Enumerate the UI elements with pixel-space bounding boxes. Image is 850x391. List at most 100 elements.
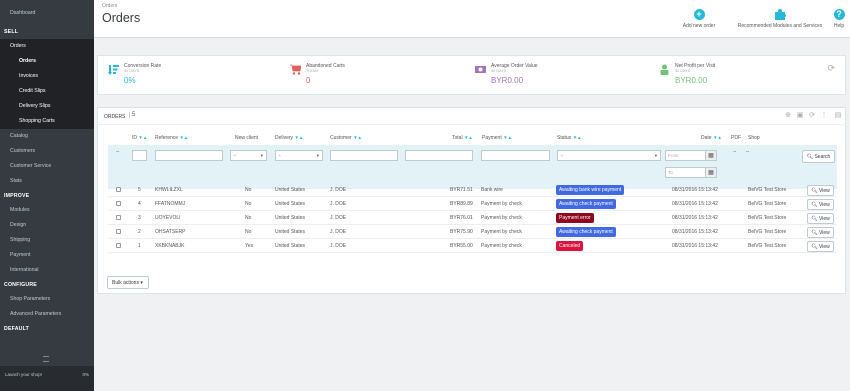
cell-delivery: United States <box>275 187 306 193</box>
sidebar-item-modules[interactable]: Modules <box>0 203 94 218</box>
breadcrumb[interactable]: Orders <box>102 3 117 9</box>
calendar-icon[interactable]: ▦ <box>706 167 717 178</box>
cell-customer: J. DOE <box>330 229 347 235</box>
sidebar-item-advanced-parameters[interactable]: Advanced Parameters <box>0 307 94 322</box>
cell-date: 08/31/2016 15:13:42 <box>672 215 718 221</box>
view-button[interactable]: 🔍︎ View <box>807 227 834 238</box>
refresh-icon[interactable]: ⟳ <box>827 63 835 74</box>
search-button[interactable]: 🔍︎ Search <box>802 150 835 163</box>
sidebar-item-stats[interactable]: Stats <box>0 174 94 189</box>
view-button[interactable]: 🔍︎ View <box>807 185 834 196</box>
sidebar-item-orders[interactable]: Orders <box>0 39 94 54</box>
sidebar-section-improve: IMPROVE <box>4 193 30 199</box>
cell-total: BYR71.51 <box>450 187 473 193</box>
table-row[interactable]: 5 KHWLILZXL No United States J. DOE BYR7… <box>108 184 837 197</box>
row-checkbox[interactable] <box>116 243 121 248</box>
row-checkbox[interactable] <box>116 215 121 220</box>
cell-date: 08/31/2016 15:13:42 <box>672 229 718 235</box>
sidebar-item-payment[interactable]: Payment <box>0 248 94 263</box>
sql-icon[interactable]: ⋮ <box>820 112 828 120</box>
filter-total-input[interactable] <box>405 150 473 161</box>
kpi-value: BYR0.00 <box>675 76 708 85</box>
bulk-actions-button[interactable]: Bulk actions ▾ <box>107 276 149 289</box>
sidebar-item-international[interactable]: International <box>0 263 94 278</box>
search-icon: 🔍︎ <box>811 216 818 222</box>
row-checkbox[interactable] <box>116 187 121 192</box>
page-title: Orders <box>102 11 141 25</box>
sidebar-item-shop-parameters[interactable]: Shop Parameters <box>0 292 94 307</box>
sidebar-subitem-credit-slips[interactable]: Credit Slips <box>0 84 94 99</box>
kpi-period: 30 DAYS <box>675 69 691 73</box>
filter-reference-input[interactable] <box>155 150 223 161</box>
filter-payment-input[interactable] <box>481 150 550 161</box>
cell-customer: J. DOE <box>330 215 347 221</box>
row-checkbox[interactable] <box>116 229 121 234</box>
sidebar-collapse-handle[interactable] <box>43 356 49 362</box>
sidebar-section-sell: SELL <box>4 29 19 35</box>
sidebar-subitem-delivery-slips[interactable]: Delivery Slips <box>0 99 94 114</box>
sidebar-item-customer-service[interactable]: Customer Service <box>0 159 94 174</box>
sidebar-item-catalog[interactable]: Catalog <box>0 129 94 144</box>
filter-date-from[interactable]: From <box>665 150 706 161</box>
calendar-icon[interactable]: ▦ <box>706 150 717 161</box>
cell-reference: KHWLILZXL <box>155 187 183 193</box>
kpi-period: 30 DAYS <box>124 69 140 73</box>
view-button[interactable]: 🔍︎ View <box>807 199 834 210</box>
filter-id-input[interactable] <box>132 150 147 161</box>
orders-count-badge: 5 <box>129 112 135 118</box>
column-header-pdf: PDF <box>731 135 741 141</box>
cell-delivery: United States <box>275 215 306 221</box>
status-badge: Awaiting check payment <box>556 227 616 237</box>
column-header-new-client: New client <box>235 135 259 141</box>
sidebar-subitem-orders[interactable]: Orders <box>0 54 94 69</box>
caret-down-icon: ▾ <box>140 280 143 286</box>
filter-delivery-select[interactable]: - ▾ <box>275 150 323 161</box>
cell-new-client: No <box>245 229 252 235</box>
filter-date-to[interactable]: To <box>665 167 706 178</box>
search-icon: 🔍︎ <box>811 244 818 250</box>
refresh-list-icon[interactable]: ⟳ <box>808 112 816 120</box>
column-header-id[interactable]: ID ▼▲ <box>132 135 147 141</box>
row-checkbox[interactable] <box>116 201 121 206</box>
puzzle-icon <box>774 9 786 20</box>
table-row[interactable]: 4 FFATNOMMJ No United States J. DOE BYR8… <box>108 198 837 211</box>
plus-circle-icon: + <box>693 9 705 20</box>
sidebar-item-design[interactable]: Design <box>0 218 94 233</box>
search-icon: 🔍︎ <box>811 188 818 194</box>
sidebar-item-shipping[interactable]: Shipping <box>0 233 94 248</box>
database-icon[interactable]: ▤ <box>834 112 842 120</box>
filter-new-client-select[interactable]: - ▾ <box>230 150 267 161</box>
column-header-customer[interactable]: Customer ▼▲ <box>330 135 362 141</box>
kpi-period: TODAY <box>306 69 319 73</box>
table-row[interactable]: 2 OHSATSERP No United States J. DOE BYR7… <box>108 226 837 239</box>
view-button[interactable]: 🔍︎ View <box>807 241 834 252</box>
view-button[interactable]: 🔍︎ View <box>807 213 834 224</box>
cell-customer: J. DOE <box>330 243 347 249</box>
column-header-payment[interactable]: Payment ▼▲ <box>482 135 512 141</box>
sidebar-onboarding[interactable]: Launch your shop! 0% <box>0 366 94 391</box>
caret-down-icon: ▾ <box>654 153 657 158</box>
add-icon[interactable]: ⊕ <box>784 112 792 120</box>
table-row[interactable]: 3 UOYEVOLI No United States J. DOE BYR76… <box>108 212 837 225</box>
column-header-status[interactable]: Status ▼▲ <box>557 135 582 141</box>
filter-customer-input[interactable] <box>330 150 398 161</box>
table-row[interactable]: 1 XKBKNABJK Yes United States J. DOE BYR… <box>108 240 837 253</box>
sidebar-subitem-invoices[interactable]: Invoices <box>0 69 94 84</box>
export-icon[interactable]: ▣ <box>796 112 804 120</box>
help-button[interactable]: ? Help <box>830 9 848 29</box>
column-header-delivery[interactable]: Delivery ▼▲ <box>275 135 303 141</box>
column-header-date[interactable]: Date ▼▲ <box>701 135 722 141</box>
cell-total: BYR55.00 <box>450 243 473 249</box>
sidebar-item-dashboard[interactable]: Dashboard <box>0 6 94 21</box>
sidebar-subitem-shopping-carts[interactable]: Shopping Carts <box>0 114 94 129</box>
filter-status-select[interactable]: - ▾ <box>557 150 661 161</box>
recommended-modules-button[interactable]: Recommended Modules and Services <box>731 9 829 29</box>
cell-payment: Payment by check <box>481 229 522 235</box>
search-icon: 🔍︎ <box>811 230 818 236</box>
column-header-total[interactable]: Total ▼▲ <box>452 135 473 141</box>
sidebar-item-customers[interactable]: Customers <box>0 144 94 159</box>
column-header-reference[interactable]: Reference ▼▲ <box>155 135 188 141</box>
cell-delivery: United States <box>275 201 306 207</box>
add-new-order-button[interactable]: + Add new order <box>674 9 724 29</box>
money-icon <box>475 66 486 73</box>
